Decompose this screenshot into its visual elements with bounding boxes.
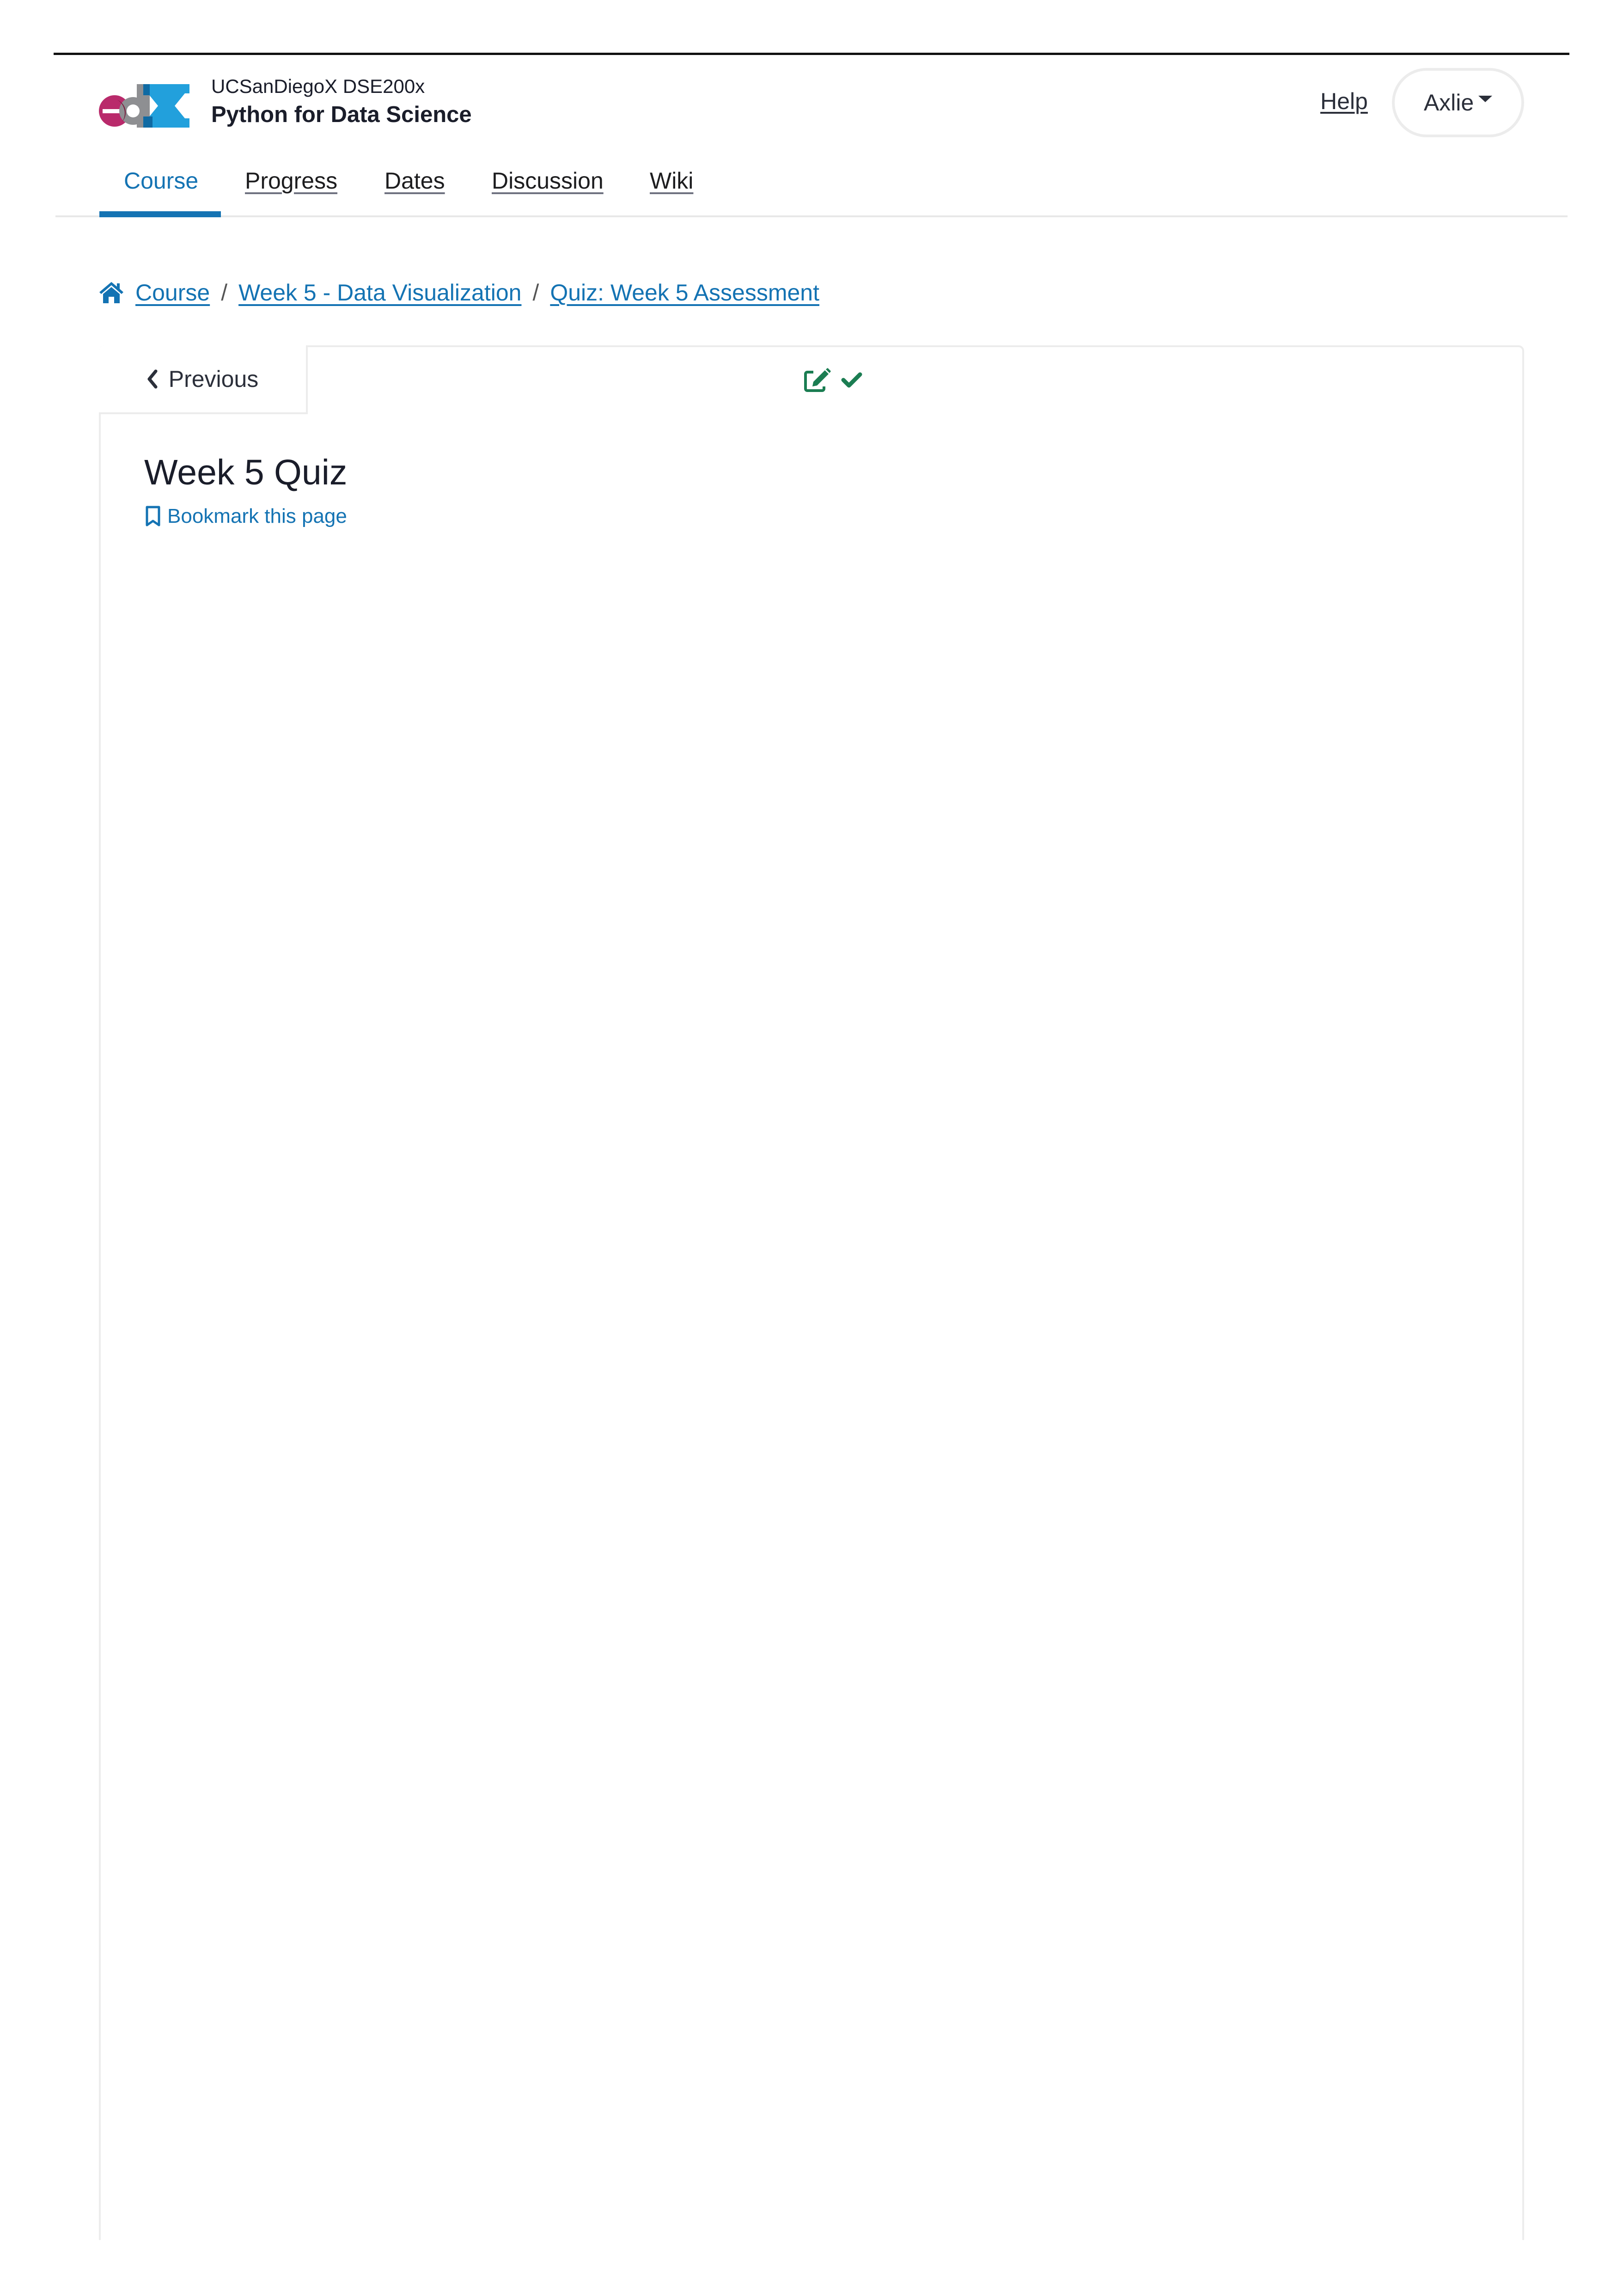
unit-title: Week 5 Quiz [144,453,348,492]
tab-dates[interactable]: Dates [384,169,445,192]
tab-discussion[interactable]: Discussion [492,169,604,192]
breadcrumb-section[interactable]: Week 5 - Data Visualization [238,279,521,306]
edit-icon[interactable] [804,368,831,392]
tab-progress[interactable]: Progress [245,169,337,192]
caret-down-icon [1478,96,1493,102]
edx-logo[interactable] [99,84,189,128]
user-menu-button[interactable]: Axlie [1392,68,1524,137]
course-org: UCSanDiegoX DSE200x [211,75,425,97]
breadcrumb: Course / Week 5 - Data Visualization / Q… [98,279,819,306]
active-tab-indicator [99,211,221,217]
breadcrumb-separator: / [532,280,539,306]
course-title: Python for Data Science [211,102,472,127]
nav-divider [55,215,1568,217]
chevron-left-icon [147,369,158,388]
previous-label: Previous [168,366,259,392]
check-icon [841,372,862,388]
home-icon[interactable] [98,281,124,304]
user-name: Axlie [1423,90,1474,116]
unit-status [804,368,862,392]
course-content-card [99,345,1524,2287]
breadcrumb-course[interactable]: Course [135,279,210,306]
page-bottom-whitespace [92,2240,1534,2296]
breadcrumb-subsection[interactable]: Quiz: Week 5 Assessment [550,279,819,306]
breadcrumb-separator: / [221,280,228,306]
bookmark-icon [146,506,160,527]
help-link[interactable]: Help [1320,90,1368,113]
bookmark-label: Bookmark this page [167,505,347,527]
tab-course[interactable]: Course [124,169,198,192]
bookmark-button[interactable]: Bookmark this page [145,506,347,527]
top-divider [54,53,1569,55]
tab-wiki[interactable]: Wiki [650,169,693,192]
previous-button[interactable]: Previous [99,345,308,414]
